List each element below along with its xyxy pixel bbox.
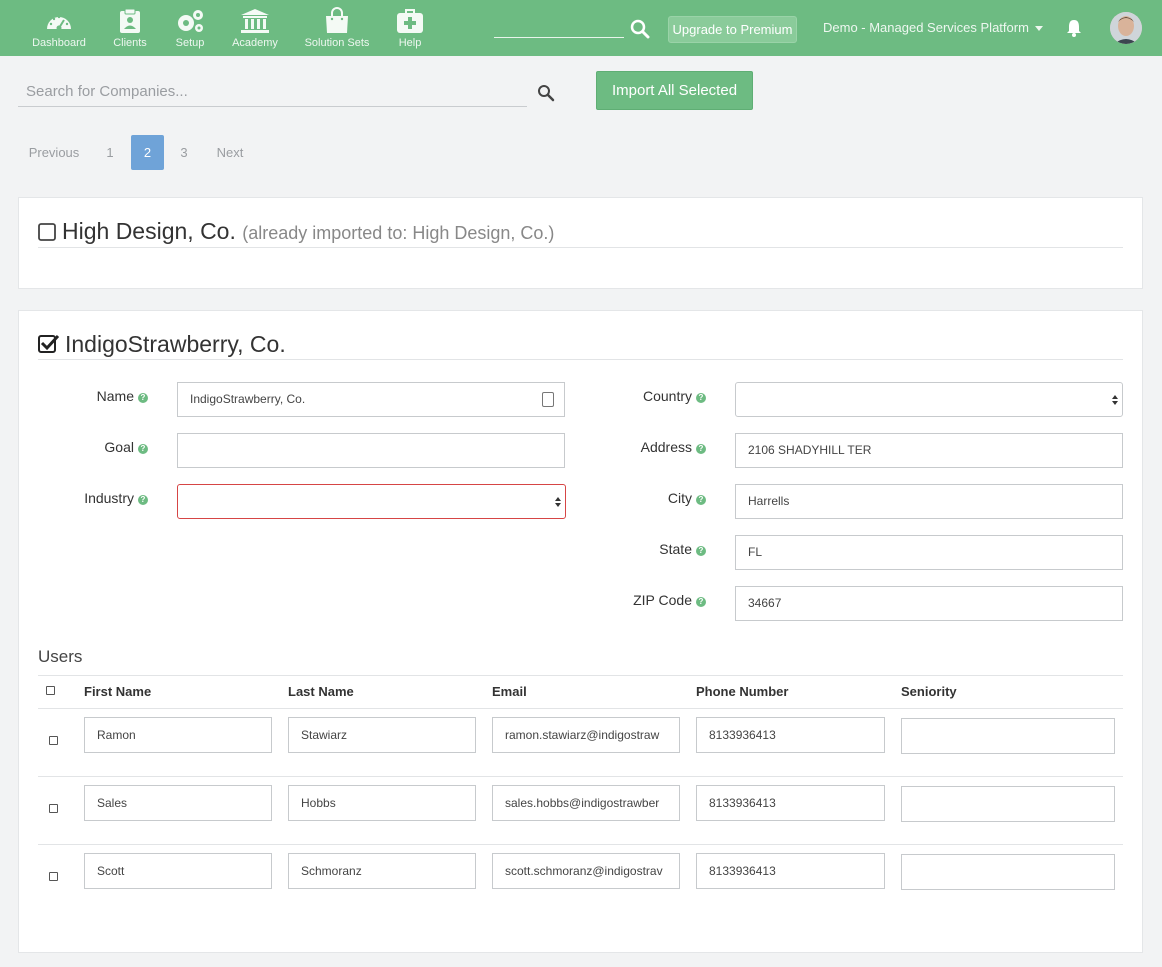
nav-dashboard[interactable]: Dashboard xyxy=(19,6,99,49)
divider xyxy=(38,776,1123,777)
help-icon[interactable]: ? xyxy=(138,393,148,403)
company-name: IndigoStrawberry, Co. xyxy=(65,331,286,357)
state-field[interactable]: FL xyxy=(735,535,1123,570)
seniority-field[interactable] xyxy=(901,786,1115,822)
select-arrows-icon xyxy=(555,497,561,507)
pagination-next[interactable]: Next xyxy=(210,135,250,170)
avatar[interactable] xyxy=(1110,12,1142,44)
goal-field[interactable] xyxy=(177,433,565,468)
last-name-field[interactable]: Schmoranz xyxy=(288,853,476,889)
help-icon[interactable]: ? xyxy=(696,597,706,607)
search-icon[interactable] xyxy=(537,84,555,102)
city-label: City? xyxy=(600,490,706,506)
nav-academy[interactable]: Academy xyxy=(215,6,295,49)
import-all-selected-button[interactable]: Import All Selected xyxy=(596,71,753,110)
account-dropdown[interactable]: Demo - Managed Services Platform xyxy=(823,20,1043,35)
email-field[interactable]: scott.schmoranz@indigostrav xyxy=(492,853,680,889)
email-field[interactable]: ramon.stawiarz@indigostraw xyxy=(492,717,680,753)
pagination-previous[interactable]: Previous xyxy=(24,135,84,170)
company-checkbox-checked[interactable] xyxy=(38,334,60,354)
pagination-page-2[interactable]: 2 xyxy=(131,135,164,170)
medkit-icon xyxy=(397,9,423,33)
address-field[interactable]: 2106 SHADYHILL TER xyxy=(735,433,1123,468)
users-heading: Users xyxy=(38,647,83,666)
zip-label: ZIP Code? xyxy=(600,592,706,608)
shopping-bag-icon xyxy=(326,7,348,33)
clipboard-icon xyxy=(120,8,140,33)
email-field[interactable]: sales.hobbs@indigostrawber xyxy=(492,785,680,821)
nav-solution-sets[interactable]: Solution Sets xyxy=(297,6,377,49)
upgrade-premium-button[interactable]: Upgrade to Premium xyxy=(668,16,797,43)
column-header-phone: Phone Number xyxy=(696,684,789,699)
account-name: Demo - Managed Services Platform xyxy=(823,20,1029,35)
country-label: Country? xyxy=(600,388,706,404)
last-name-field[interactable]: Stawiarz xyxy=(288,717,476,753)
search-icon[interactable] xyxy=(630,19,650,39)
column-header-seniority: Seniority xyxy=(901,684,957,699)
help-icon[interactable]: ? xyxy=(696,495,706,505)
seniority-field[interactable] xyxy=(901,854,1115,890)
nav-help[interactable]: Help xyxy=(370,6,450,49)
global-search-input[interactable] xyxy=(494,37,624,38)
select-all-users-checkbox[interactable] xyxy=(46,686,55,695)
nav-dashboard-label: Dashboard xyxy=(32,37,86,49)
industry-select[interactable] xyxy=(177,484,566,519)
user-row-checkbox[interactable] xyxy=(49,872,58,881)
select-arrows-icon xyxy=(1112,395,1118,405)
already-imported-note: (already imported to: High Design, Co.) xyxy=(242,223,555,243)
divider xyxy=(38,844,1123,845)
zip-field[interactable]: 34667 xyxy=(735,586,1123,621)
user-photo-icon xyxy=(1110,12,1142,44)
city-field[interactable]: Harrells xyxy=(735,484,1123,519)
top-navbar: Dashboard Clients Setup Academy Solution… xyxy=(0,0,1162,56)
user-row-checkbox[interactable] xyxy=(49,736,58,745)
help-icon[interactable]: ? xyxy=(696,444,706,454)
company-title: High Design, Co. (already imported to: H… xyxy=(62,218,554,245)
name-value: IndigoStrawberry, Co. xyxy=(190,392,306,406)
phone-field[interactable]: 8133936413 xyxy=(696,717,885,753)
phone-field[interactable]: 8133936413 xyxy=(696,853,885,889)
gears-icon xyxy=(178,10,203,32)
nav-solution-sets-label: Solution Sets xyxy=(304,37,370,49)
column-header-first-name: First Name xyxy=(84,684,152,699)
column-header-last-name: Last Name xyxy=(288,684,354,699)
pagination-page-3[interactable]: 3 xyxy=(172,135,196,170)
first-name-field[interactable]: Sales xyxy=(84,785,272,821)
country-select[interactable] xyxy=(735,382,1123,417)
last-name-field[interactable]: Hobbs xyxy=(288,785,476,821)
user-row-checkbox[interactable] xyxy=(49,804,58,813)
divider xyxy=(38,708,1123,709)
first-name-field[interactable]: Ramon xyxy=(84,717,272,753)
name-label: Name? xyxy=(40,388,148,404)
contact-card-icon[interactable] xyxy=(542,392,554,407)
company-name: High Design, Co. xyxy=(62,218,236,244)
help-icon[interactable]: ? xyxy=(696,393,706,403)
institution-icon xyxy=(241,9,269,33)
help-icon[interactable]: ? xyxy=(138,495,148,505)
caret-down-icon xyxy=(1034,26,1043,32)
help-icon[interactable]: ? xyxy=(696,546,706,556)
divider xyxy=(38,247,1123,248)
seniority-field[interactable] xyxy=(901,718,1115,754)
address-label: Address? xyxy=(600,439,706,455)
bell-icon[interactable] xyxy=(1066,19,1082,37)
first-name-field[interactable]: Scott xyxy=(84,853,272,889)
help-icon[interactable]: ? xyxy=(138,444,148,454)
industry-label: Industry? xyxy=(40,490,148,506)
goal-label: Goal? xyxy=(40,439,148,455)
company-search-input[interactable] xyxy=(18,76,527,107)
name-field[interactable]: IndigoStrawberry, Co. xyxy=(177,382,565,417)
phone-field[interactable]: 8133936413 xyxy=(696,785,885,821)
pagination-page-1[interactable]: 1 xyxy=(98,135,122,170)
divider xyxy=(38,675,1123,676)
nav-help-label: Help xyxy=(398,37,422,49)
company-checkbox[interactable] xyxy=(38,223,56,241)
column-header-email: Email xyxy=(492,684,527,699)
state-label: State? xyxy=(600,541,706,557)
divider xyxy=(38,359,1123,360)
gauge-icon xyxy=(47,15,71,31)
nav-academy-label: Academy xyxy=(232,37,278,49)
